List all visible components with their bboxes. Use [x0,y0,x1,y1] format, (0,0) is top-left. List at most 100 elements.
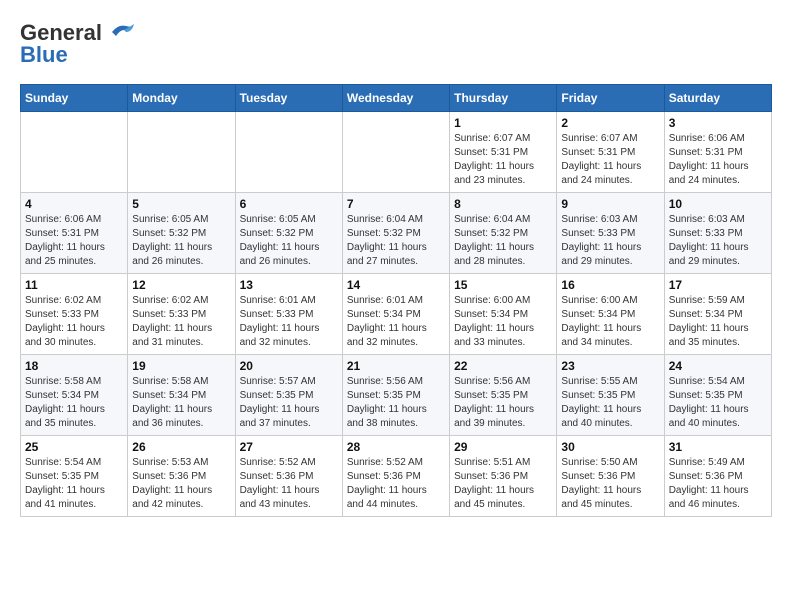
day-number: 10 [669,197,767,211]
calendar-cell: 29 Sunrise: 5:51 AMSunset: 5:36 PMDayligh… [450,436,557,517]
weekday-header-tuesday: Tuesday [235,85,342,112]
day-info: Sunrise: 6:06 AMSunset: 5:31 PMDaylight:… [25,213,123,269]
day-number: 3 [669,116,767,130]
day-info: Sunrise: 6:01 AMSunset: 5:33 PMDaylight:… [240,294,338,350]
calendar-cell: 31 Sunrise: 5:49 AMSunset: 5:36 PMDayligh… [664,436,771,517]
day-number: 20 [240,359,338,373]
calendar-cell: 18 Sunrise: 5:58 AMSunset: 5:34 PMDayligh… [21,355,128,436]
calendar-cell: 7 Sunrise: 6:04 AMSunset: 5:32 PMDaylight… [342,193,449,274]
day-info: Sunrise: 5:52 AMSunset: 5:36 PMDaylight:… [347,456,445,512]
day-number: 7 [347,197,445,211]
day-info: Sunrise: 5:54 AMSunset: 5:35 PMDaylight:… [25,456,123,512]
calendar-cell: 25 Sunrise: 5:54 AMSunset: 5:35 PMDayligh… [21,436,128,517]
calendar-cell: 8 Sunrise: 6:04 AMSunset: 5:32 PMDaylight… [450,193,557,274]
calendar-cell: 2 Sunrise: 6:07 AMSunset: 5:31 PMDaylight… [557,112,664,193]
calendar-cell: 9 Sunrise: 6:03 AMSunset: 5:33 PMDaylight… [557,193,664,274]
day-info: Sunrise: 5:54 AMSunset: 5:35 PMDaylight:… [669,375,767,431]
day-number: 23 [561,359,659,373]
day-info: Sunrise: 5:57 AMSunset: 5:35 PMDaylight:… [240,375,338,431]
day-info: Sunrise: 5:58 AMSunset: 5:34 PMDaylight:… [25,375,123,431]
calendar-cell: 19 Sunrise: 5:58 AMSunset: 5:34 PMDayligh… [128,355,235,436]
day-info: Sunrise: 6:03 AMSunset: 5:33 PMDaylight:… [669,213,767,269]
weekday-header-wednesday: Wednesday [342,85,449,112]
day-number: 29 [454,440,552,454]
day-number: 21 [347,359,445,373]
calendar-cell: 5Sunrise: 6:05 AMSunset: 5:32 PMDaylight… [128,193,235,274]
calendar-cell: 10 Sunrise: 6:03 AMSunset: 5:33 PMDayligh… [664,193,771,274]
weekday-header-friday: Friday [557,85,664,112]
day-number: 25 [25,440,123,454]
calendar-cell: 27Sunrise: 5:52 AMSunset: 5:36 PMDayligh… [235,436,342,517]
day-number: 16 [561,278,659,292]
day-number: 26 [132,440,230,454]
day-number: 11 [25,278,123,292]
day-info: Sunrise: 6:03 AMSunset: 5:33 PMDaylight:… [561,213,659,269]
calendar-week-row: 4 Sunrise: 6:06 AMSunset: 5:31 PMDaylight… [21,193,772,274]
calendar-week-row: 25 Sunrise: 5:54 AMSunset: 5:35 PMDayligh… [21,436,772,517]
calendar-cell: 15 Sunrise: 6:00 AMSunset: 5:34 PMDayligh… [450,274,557,355]
calendar-cell: 22 Sunrise: 5:56 AMSunset: 5:35 PMDayligh… [450,355,557,436]
day-info: Sunrise: 5:58 AMSunset: 5:34 PMDaylight:… [132,375,230,431]
day-info: Sunrise: 5:51 AMSunset: 5:36 PMDaylight:… [454,456,552,512]
day-info: Sunrise: 6:01 AMSunset: 5:34 PMDaylight:… [347,294,445,350]
day-info: Sunrise: 6:02 AMSunset: 5:33 PMDaylight:… [25,294,123,350]
calendar-cell [235,112,342,193]
day-number: 15 [454,278,552,292]
page-header: General Blue [20,20,772,68]
day-info: Sunrise: 6:04 AMSunset: 5:32 PMDaylight:… [347,213,445,269]
calendar-week-row: 1 Sunrise: 6:07 AMSunset: 5:31 PMDaylight… [21,112,772,193]
day-number: 27 [240,440,338,454]
day-number: 17 [669,278,767,292]
day-info: Sunrise: 5:56 AMSunset: 5:35 PMDaylight:… [347,375,445,431]
calendar-cell [128,112,235,193]
day-number: 4 [25,197,123,211]
day-info: Sunrise: 5:49 AMSunset: 5:36 PMDaylight:… [669,456,767,512]
day-info: Sunrise: 6:00 AMSunset: 5:34 PMDaylight:… [561,294,659,350]
day-number: 1 [454,116,552,130]
calendar-cell: 23Sunrise: 5:55 AMSunset: 5:35 PMDayligh… [557,355,664,436]
calendar-cell: 1 Sunrise: 6:07 AMSunset: 5:31 PMDaylight… [450,112,557,193]
day-number: 31 [669,440,767,454]
calendar-cell: 16 Sunrise: 6:00 AMSunset: 5:34 PMDayligh… [557,274,664,355]
calendar-cell: 3Sunrise: 6:06 AMSunset: 5:31 PMDaylight… [664,112,771,193]
day-info: Sunrise: 6:07 AMSunset: 5:31 PMDaylight:… [454,132,552,188]
day-number: 9 [561,197,659,211]
weekday-header-sunday: Sunday [21,85,128,112]
day-number: 19 [132,359,230,373]
day-number: 12 [132,278,230,292]
day-info: Sunrise: 5:56 AMSunset: 5:35 PMDaylight:… [454,375,552,431]
logo-blue-text: Blue [20,42,68,68]
calendar-cell: 21 Sunrise: 5:56 AMSunset: 5:35 PMDayligh… [342,355,449,436]
calendar-week-row: 18 Sunrise: 5:58 AMSunset: 5:34 PMDayligh… [21,355,772,436]
day-number: 22 [454,359,552,373]
calendar-week-row: 11 Sunrise: 6:02 AMSunset: 5:33 PMDayligh… [21,274,772,355]
calendar-cell: 28 Sunrise: 5:52 AMSunset: 5:36 PMDayligh… [342,436,449,517]
calendar-cell: 6Sunrise: 6:05 AMSunset: 5:32 PMDaylight… [235,193,342,274]
day-info: Sunrise: 6:02 AMSunset: 5:33 PMDaylight:… [132,294,230,350]
calendar-header-row: SundayMondayTuesdayWednesdayThursdayFrid… [21,85,772,112]
weekday-header-thursday: Thursday [450,85,557,112]
calendar-cell: 17 Sunrise: 5:59 AMSunset: 5:34 PMDayligh… [664,274,771,355]
logo-bird-icon [104,22,136,44]
day-number: 8 [454,197,552,211]
day-number: 18 [25,359,123,373]
calendar-cell [21,112,128,193]
logo: General Blue [20,20,136,68]
calendar-cell [342,112,449,193]
day-info: Sunrise: 6:05 AMSunset: 5:32 PMDaylight:… [240,213,338,269]
calendar-cell: 20 Sunrise: 5:57 AMSunset: 5:35 PMDayligh… [235,355,342,436]
day-info: Sunrise: 6:00 AMSunset: 5:34 PMDaylight:… [454,294,552,350]
day-number: 28 [347,440,445,454]
day-number: 14 [347,278,445,292]
day-number: 2 [561,116,659,130]
day-info: Sunrise: 6:04 AMSunset: 5:32 PMDaylight:… [454,213,552,269]
calendar-cell: 11 Sunrise: 6:02 AMSunset: 5:33 PMDayligh… [21,274,128,355]
day-info: Sunrise: 5:59 AMSunset: 5:34 PMDaylight:… [669,294,767,350]
calendar-cell: 30Sunrise: 5:50 AMSunset: 5:36 PMDayligh… [557,436,664,517]
day-info: Sunrise: 6:05 AMSunset: 5:32 PMDaylight:… [132,213,230,269]
day-number: 30 [561,440,659,454]
day-info: Sunrise: 6:07 AMSunset: 5:31 PMDaylight:… [561,132,659,188]
day-info: Sunrise: 5:53 AMSunset: 5:36 PMDaylight:… [132,456,230,512]
calendar-cell: 4 Sunrise: 6:06 AMSunset: 5:31 PMDaylight… [21,193,128,274]
weekday-header-saturday: Saturday [664,85,771,112]
